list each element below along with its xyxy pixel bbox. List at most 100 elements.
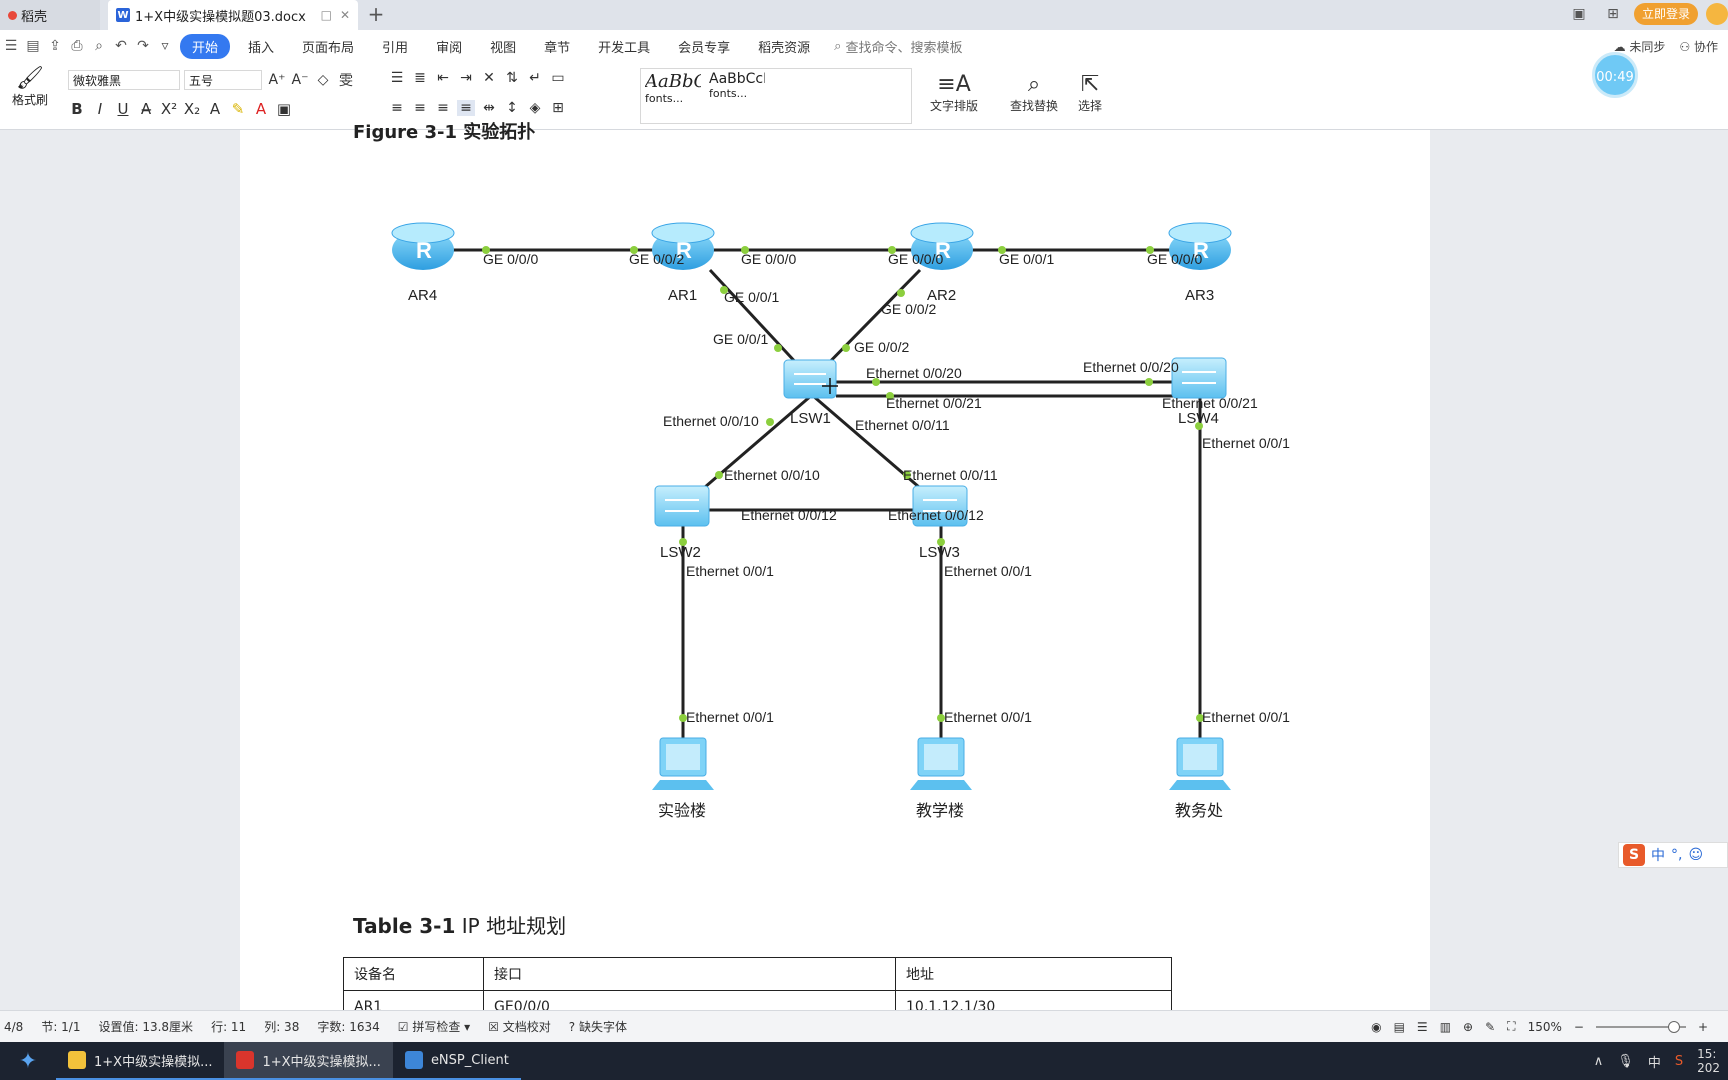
menu-insert[interactable]: 插入	[234, 37, 288, 56]
shrink-font-icon[interactable]: A⁻	[291, 72, 309, 88]
apps-grid-icon[interactable]: ⊞	[1600, 3, 1626, 25]
decrease-indent-icon[interactable]: ⇤	[434, 70, 452, 86]
subscript-icon[interactable]: X₂	[183, 100, 201, 118]
write-view-icon[interactable]: ✎	[1485, 1020, 1495, 1034]
pc-1-icon[interactable]	[652, 737, 714, 790]
align-right-icon[interactable]: ≡	[434, 100, 452, 116]
reading-view-icon[interactable]: ▥	[1440, 1020, 1451, 1034]
char-border-icon[interactable]: ▣	[275, 100, 293, 118]
format-painter-button[interactable]: 🖌 格式刷	[8, 66, 52, 108]
line-spacing-icon[interactable]: ↕	[503, 100, 521, 116]
shading-icon[interactable]: ◈	[526, 100, 544, 116]
web-view-icon[interactable]: ⊕	[1463, 1020, 1473, 1034]
clear-format-icon[interactable]: ◇	[314, 72, 332, 88]
find-replace-button[interactable]: ⌕ 查找替换	[1010, 72, 1058, 114]
ime-mode[interactable]: 中	[1651, 845, 1665, 865]
style-item-1[interactable]: AaBbC fonts...	[641, 69, 705, 123]
preview-icon[interactable]: ⌕	[88, 35, 110, 57]
undo-icon[interactable]: ↶	[110, 35, 132, 57]
grow-font-icon[interactable]: A⁺	[268, 72, 286, 88]
taskbar-item-ensp[interactable]: eNSP_Client	[392, 1042, 521, 1080]
status-page[interactable]: 4/8	[4, 1020, 23, 1034]
menu-review[interactable]: 审阅	[422, 37, 476, 56]
menu-chapter[interactable]: 章节	[530, 37, 584, 56]
phonetic-icon[interactable]: 雯	[337, 70, 355, 90]
underline-icon[interactable]: U	[114, 100, 132, 118]
collab-button[interactable]: ⚇ 协作	[1679, 38, 1718, 55]
proofread-button[interactable]: ☒ 文档校对	[488, 1018, 551, 1035]
increase-indent-icon[interactable]: ⇥	[457, 70, 475, 86]
zoom-level[interactable]: 150%	[1528, 1020, 1562, 1034]
tab-docer[interactable]: 稻壳	[0, 0, 100, 30]
switch-lsw2-icon[interactable]	[654, 485, 710, 527]
new-tab-button[interactable]: +	[364, 3, 388, 27]
start-icon[interactable]: ✦	[0, 1042, 56, 1080]
align-center-icon[interactable]: ≡	[411, 100, 429, 116]
page-view-icon[interactable]: ▤	[1394, 1020, 1405, 1034]
strikethrough-icon[interactable]: A̶	[137, 100, 155, 118]
pc-2-icon[interactable]	[910, 737, 972, 790]
bullet-list-icon[interactable]: ☰	[388, 70, 406, 86]
layout-icon[interactable]: ▣	[1566, 3, 1592, 25]
font-size-select[interactable]: 五号	[184, 70, 262, 90]
switch-lsw4-icon[interactable]	[1171, 357, 1227, 399]
command-search[interactable]: ⌕ 查找命令、搜索模板	[834, 37, 962, 56]
tray-ime[interactable]: 中	[1648, 1052, 1661, 1071]
spell-check-button[interactable]: ☑ 拼写检查 ▾	[398, 1018, 470, 1035]
distribute-icon[interactable]: ⇹	[480, 100, 498, 116]
avatar[interactable]	[1706, 3, 1728, 25]
pc-3-icon[interactable]	[1169, 737, 1231, 790]
missing-font-button[interactable]: ? 缺失字体	[569, 1018, 627, 1035]
ruler-icon[interactable]: ▭	[549, 70, 567, 86]
text-effect-icon[interactable]: A	[206, 100, 224, 118]
router-ar4-icon[interactable]: R	[391, 222, 455, 270]
login-button[interactable]: 立即登录	[1633, 3, 1698, 25]
taskbar-item-wps[interactable]: 1+X中级实操模拟...	[224, 1042, 393, 1080]
table-header-cell[interactable]: 设备名	[343, 957, 484, 991]
tab-comment-icon[interactable]: □	[321, 8, 332, 22]
tab-document[interactable]: W 1+X中级实操模拟题03.docx □ ✕	[108, 0, 358, 30]
zoom-slider[interactable]	[1595, 1020, 1686, 1033]
fit-page-icon[interactable]: ⛶	[1507, 1019, 1515, 1034]
menu-home[interactable]: 开始	[180, 33, 231, 59]
zoom-in-button[interactable]: +	[1698, 1020, 1708, 1034]
eye-protect-icon[interactable]: ◉	[1371, 1020, 1381, 1034]
taskbar-item-explorer[interactable]: 1+X中级实操模拟...	[56, 1042, 225, 1080]
chinese-layout-icon[interactable]: ✕	[480, 70, 498, 86]
menu-developer[interactable]: 开发工具	[584, 37, 664, 56]
save-icon[interactable]: ▤	[22, 35, 44, 57]
outline-view-icon[interactable]: ☰	[1417, 1020, 1428, 1034]
font-color-icon[interactable]: A	[252, 100, 270, 118]
table-header-cell[interactable]: 接口	[483, 957, 896, 991]
select-button[interactable]: ⇱ 选择	[1078, 72, 1102, 114]
menu-page-layout[interactable]: 页面布局	[288, 37, 368, 56]
document-page[interactable]: Figure 3-1 实验拓扑 R R R R AR4 AR1 AR2 AR3 …	[240, 122, 1430, 1023]
align-justify-icon[interactable]: ≡	[457, 100, 475, 116]
redo-icon[interactable]: ↷	[132, 35, 154, 57]
punctuation-icon[interactable]: °,	[1671, 847, 1682, 863]
bold-icon[interactable]: B	[68, 100, 86, 118]
export-icon[interactable]: ⇪	[44, 35, 66, 57]
highlight-icon[interactable]: ✎	[229, 100, 247, 118]
show-marks-icon[interactable]: ↵	[526, 70, 544, 86]
text-layout-button[interactable]: ≡A 文字排版	[930, 72, 978, 114]
menu-docer-resources[interactable]: 稻壳资源	[744, 37, 824, 56]
table-header-cell[interactable]: 地址	[895, 957, 1172, 991]
menu-references[interactable]: 引用	[368, 37, 422, 56]
borders-icon[interactable]: ⊞	[549, 100, 567, 116]
switch-lsw1-icon[interactable]	[783, 359, 837, 399]
clock[interactable]: 15: 202	[1697, 1047, 1720, 1075]
menu-member[interactable]: 会员专享	[664, 37, 744, 56]
tray-expand-icon[interactable]: ∧	[1594, 1054, 1604, 1069]
microphone-icon[interactable]: 🎙	[1617, 1054, 1634, 1069]
menu-icon[interactable]: ☰	[0, 35, 22, 57]
document-area[interactable]: Figure 3-1 实验拓扑 R R R R AR4 AR1 AR2 AR3 …	[0, 122, 1728, 1023]
emoji-icon[interactable]: ☺	[1688, 847, 1703, 863]
style-gallery[interactable]: AaBbC fonts... AaBbCcDc fonts...	[640, 68, 912, 124]
style-item-2[interactable]: AaBbCcDc fonts...	[705, 69, 769, 123]
sort-icon[interactable]: ⇅	[503, 70, 521, 86]
menu-view[interactable]: 视图	[476, 37, 530, 56]
font-name-select[interactable]: 微软雅黑	[68, 70, 180, 90]
superscript-icon[interactable]: X²	[160, 100, 178, 118]
italic-icon[interactable]: I	[91, 100, 109, 118]
